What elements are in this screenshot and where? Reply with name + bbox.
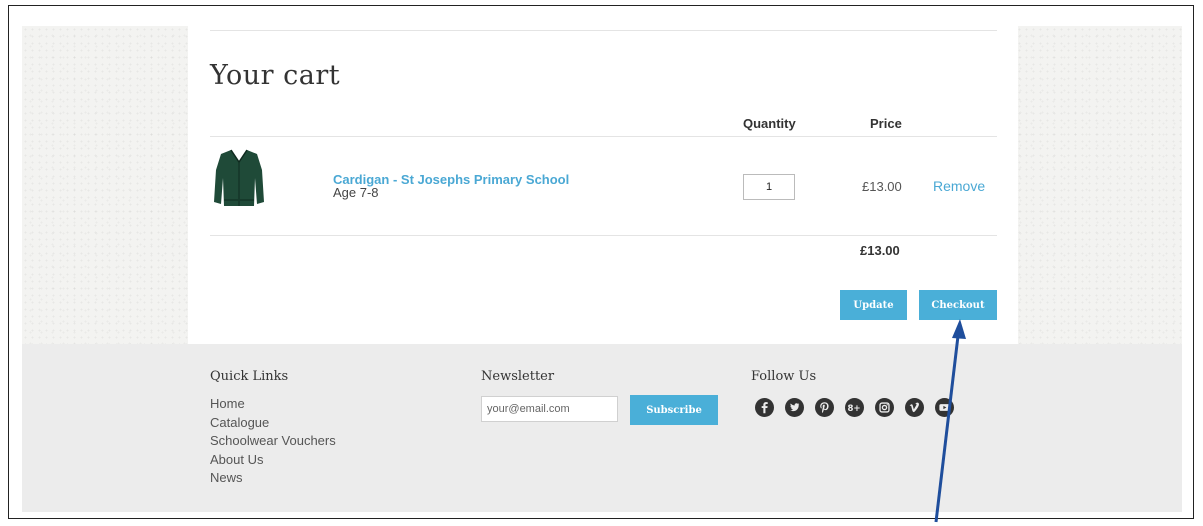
update-button[interactable]: Update bbox=[840, 290, 907, 320]
quantity-input[interactable] bbox=[743, 174, 795, 200]
footer-link-about[interactable]: About Us bbox=[210, 451, 336, 470]
quick-links-heading: Quick Links bbox=[210, 369, 289, 384]
newsletter-email-input[interactable] bbox=[481, 396, 618, 422]
footer-link-vouchers[interactable]: Schoolwear Vouchers bbox=[210, 432, 336, 451]
items-divider bbox=[210, 235, 997, 236]
footer-link-catalogue[interactable]: Catalogue bbox=[210, 414, 336, 433]
social-icons: 8+ bbox=[755, 398, 954, 417]
footer-link-news[interactable]: News bbox=[210, 469, 336, 488]
google-plus-icon[interactable]: 8+ bbox=[845, 398, 864, 417]
subscribe-button[interactable]: Subscribe bbox=[630, 395, 718, 425]
page-title: Your cart bbox=[210, 60, 341, 91]
vimeo-icon[interactable] bbox=[905, 398, 924, 417]
quick-links-list: Home Catalogue Schoolwear Vouchers About… bbox=[210, 395, 336, 488]
footer-link-home[interactable]: Home bbox=[210, 395, 336, 414]
twitter-icon[interactable] bbox=[785, 398, 804, 417]
youtube-icon[interactable] bbox=[935, 398, 954, 417]
price-column-header: Price bbox=[870, 116, 902, 131]
pinterest-icon[interactable] bbox=[815, 398, 834, 417]
svg-text:8+: 8+ bbox=[847, 404, 860, 414]
quantity-column-header: Quantity bbox=[743, 116, 796, 131]
checkout-button[interactable]: Checkout bbox=[919, 290, 997, 320]
newsletter-heading: Newsletter bbox=[481, 369, 555, 384]
follow-us-heading: Follow Us bbox=[751, 369, 817, 384]
cardigan-thumbnail-icon[interactable] bbox=[213, 148, 265, 210]
facebook-icon[interactable] bbox=[755, 398, 774, 417]
product-variant: Age 7-8 bbox=[333, 185, 379, 200]
top-divider bbox=[210, 30, 997, 31]
instagram-icon[interactable] bbox=[875, 398, 894, 417]
cart-total: £13.00 bbox=[860, 243, 900, 258]
footer bbox=[22, 344, 1182, 512]
item-price: £13.00 bbox=[862, 179, 902, 194]
header-divider bbox=[210, 136, 997, 137]
remove-link[interactable]: Remove bbox=[933, 178, 985, 194]
